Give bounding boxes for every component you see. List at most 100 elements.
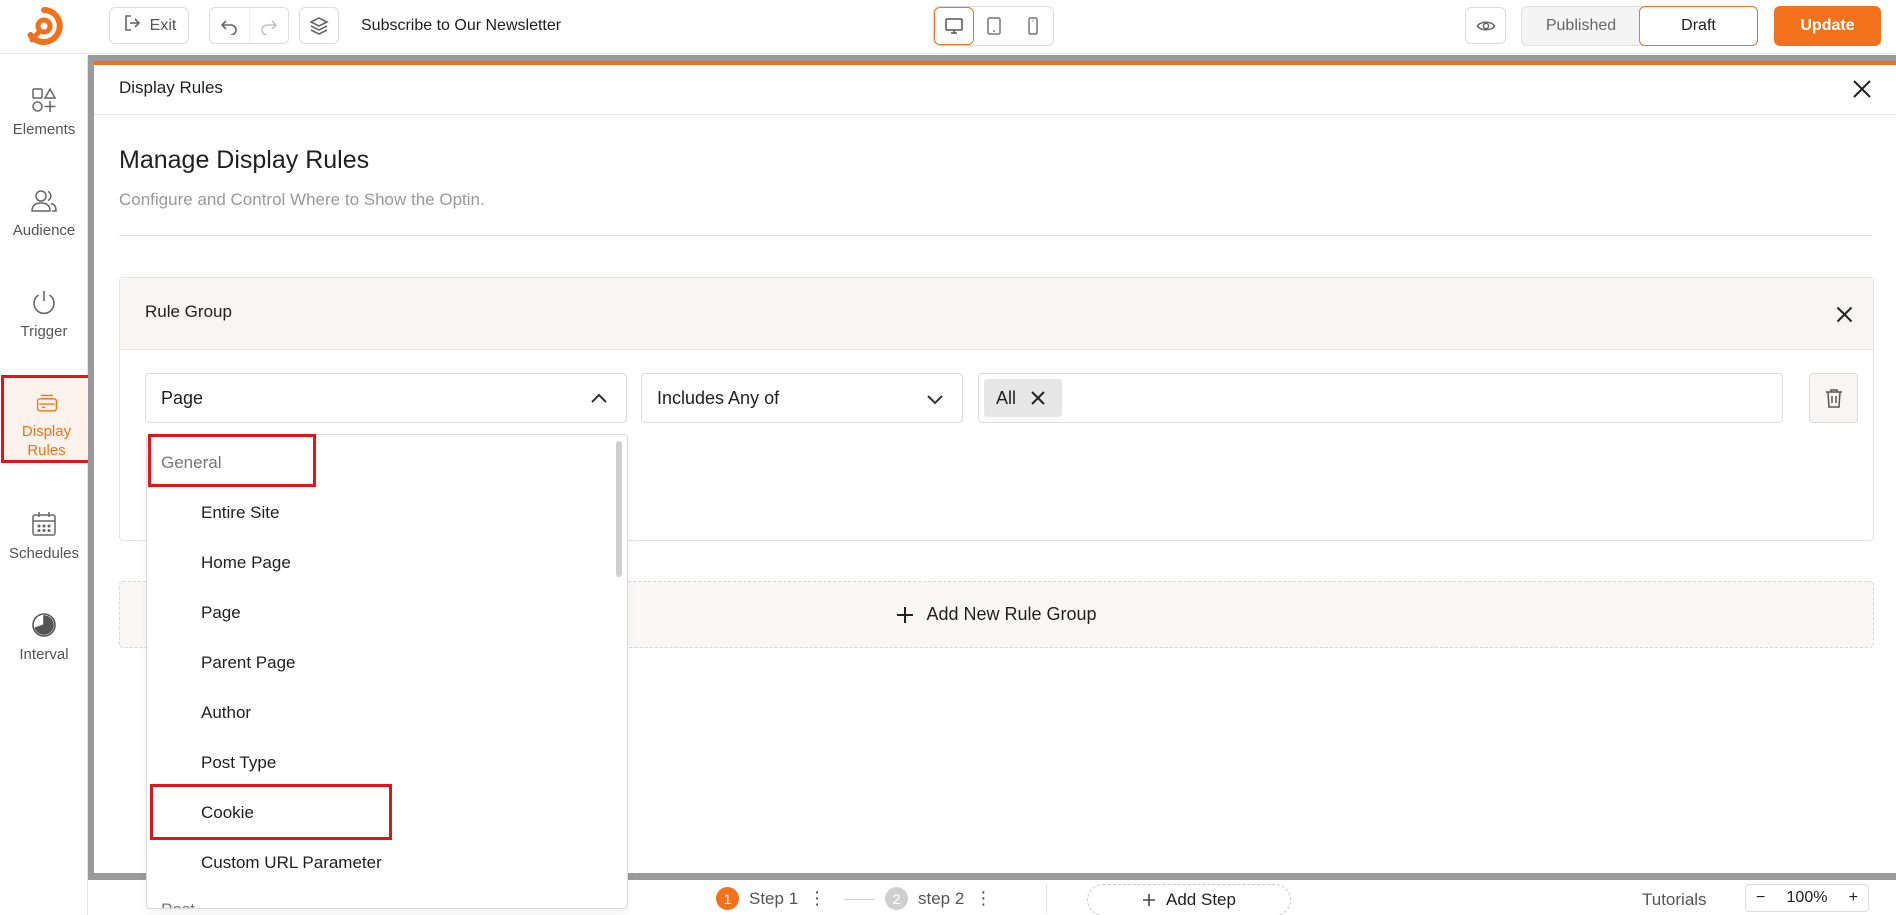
draft-option[interactable]: Draft [1639,6,1758,46]
layers-icon [309,16,329,35]
condition-dropdown-menu: General Entire Site Home Page Page Paren… [146,434,628,909]
power-icon [33,291,55,315]
exit-button[interactable]: Exit [109,7,189,44]
step-connector [844,899,874,900]
condition-select[interactable]: Page [145,373,627,423]
add-step-button[interactable]: Add Step [1087,884,1291,915]
sidebar-item-elements[interactable]: Elements [0,86,88,139]
step-2[interactable]: 2 step 2 ⋮ [885,887,992,910]
close-icon [1836,306,1852,322]
sidebar-item-label: Interval [19,646,69,663]
close-icon [1853,80,1871,98]
sidebar-item-label: Trigger [20,323,68,340]
elements-icon [32,87,57,112]
sidebar-item-label: Schedules [8,545,80,562]
calendar-icon [32,512,56,536]
step-1-label: Step 1 [749,888,799,908]
eye-icon [1476,21,1495,30]
document-title: Subscribe to Our Newsletter [361,17,562,34]
display-rules-icon [36,394,57,412]
sidebar-item-trigger[interactable]: Trigger [0,288,88,341]
delete-rule-button[interactable] [1809,373,1858,423]
tablet-view-button[interactable] [974,7,1014,45]
sidebar-item-label: Elements [12,121,76,138]
device-switcher [933,6,1054,46]
dropdown-option[interactable]: Parent Page [201,653,296,673]
zoom-control: − 100% + [1745,884,1869,912]
panel-header: Display Rules [94,65,1896,115]
audience-icon [31,190,57,212]
value-tag: All [984,379,1062,417]
plus-icon [897,606,914,623]
dropdown-option[interactable]: Custom URL Parameter [201,853,382,873]
sidebar-item-interval[interactable]: Interval [0,611,88,664]
zoom-level: 100% [1786,889,1828,906]
dropdown-group-general: General [161,453,222,472]
sidebar-item-schedules[interactable]: Schedules [0,510,88,563]
rule-group-header: Rule Group [120,278,1873,350]
sidebar-item-display-rules[interactable]: Display Rules [1,375,92,463]
panel-title: Display Rules [119,78,223,97]
dropdown-option[interactable]: Entire Site [201,503,279,523]
sidebar-item-label-line2: Rules [27,442,66,459]
update-button[interactable]: Update [1774,6,1881,46]
add-rule-group-label: Add New Rule Group [926,604,1097,624]
value-multiselect[interactable]: All [978,373,1783,423]
page-subtitle: Configure and Control Where to Show the … [119,190,485,209]
zoom-out-button[interactable]: − [1756,889,1765,907]
interval-icon [32,613,56,637]
operator-select-value: Includes Any of [657,388,780,408]
remove-tag-icon[interactable] [1030,390,1046,406]
exit-label: Exit [149,16,177,34]
page-title: Manage Display Rules [119,146,370,174]
dropdown-group-post: Post [161,900,195,908]
remove-rule-group-button[interactable] [1832,302,1856,326]
app-logo-icon[interactable] [22,6,66,48]
redo-button[interactable] [248,8,288,43]
redo-icon [261,19,278,35]
undo-redo-group [209,7,289,44]
dropdown-option[interactable]: Page [201,603,241,623]
top-bar: Exit Subscribe to Our Newsletter Publish… [0,0,1896,54]
dropdown-scrollbar[interactable] [616,441,622,577]
close-panel-button[interactable] [1848,75,1876,103]
step-2-label: step 2 [918,888,965,908]
dropdown-option[interactable]: Home Page [201,553,291,573]
divider [119,235,1872,236]
undo-icon [221,19,238,35]
dropdown-option[interactable]: Post Type [201,753,276,773]
sidebar-item-label-line1: Display [21,423,72,440]
step-1-number: 1 [716,887,739,910]
step-1-menu-icon[interactable]: ⋮ [808,888,826,909]
chevron-up-icon [591,393,607,403]
dropdown-option-cookie[interactable]: Cookie [201,803,254,823]
preview-button[interactable] [1465,7,1506,44]
left-sidebar: Elements Audience Trigger Display Rules [0,55,92,915]
plus-icon [1143,894,1156,906]
tablet-icon [986,17,1001,35]
mobile-view-button[interactable] [1013,7,1053,45]
published-option[interactable]: Published [1522,7,1640,45]
divider [1046,883,1047,913]
zoom-in-button[interactable]: + [1849,889,1858,907]
value-tag-label: All [996,387,1017,408]
sidebar-item-audience[interactable]: Audience [0,187,88,240]
undo-button[interactable] [210,8,249,43]
step-1[interactable]: 1 Step 1 ⋮ [716,887,826,910]
add-step-label: Add Step [1166,890,1236,909]
rule-group-title: Rule Group [145,302,232,321]
operator-select[interactable]: Includes Any of [641,373,963,423]
desktop-view-button[interactable] [934,7,974,45]
tutorials-link[interactable]: Tutorials [1642,890,1707,910]
mobile-icon [1028,17,1038,35]
trash-icon [1825,389,1842,408]
dropdown-option[interactable]: Author [201,703,251,723]
chevron-down-icon [927,395,943,405]
publish-status-toggle: Published Draft [1521,6,1758,46]
layers-button[interactable] [299,7,339,44]
condition-select-value: Page [161,388,204,408]
sidebar-item-label: Audience [12,222,76,239]
step-2-number: 2 [885,887,908,910]
step-2-menu-icon[interactable]: ⋮ [974,888,992,909]
desktop-icon [945,18,963,34]
